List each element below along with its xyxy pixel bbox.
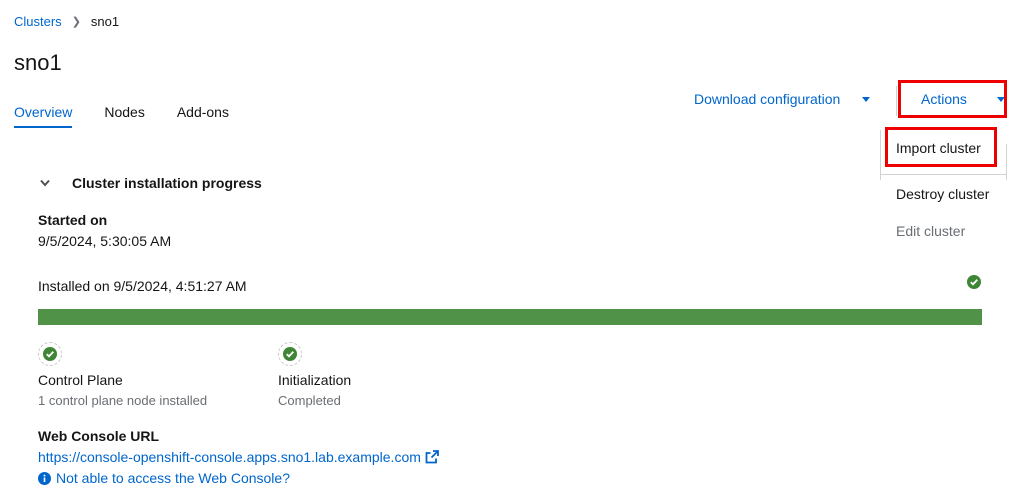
toolbar-divider (896, 86, 897, 116)
installed-on-text: Installed on 9/5/2024, 4:51:27 AM (38, 278, 247, 294)
step-detail-control-plane: 1 control plane node installed (38, 393, 208, 408)
tab-overview[interactable]: Overview (14, 104, 73, 128)
web-console-url-row: https://console-openshift-console.apps.s… (38, 449, 439, 465)
menu-divider (880, 174, 1007, 175)
actions-highlight-box (898, 80, 1007, 118)
info-circle-icon (38, 471, 51, 485)
tab-add-ons[interactable]: Add-ons (177, 104, 229, 128)
started-on-value: 9/5/2024, 5:30:05 AM (38, 233, 172, 249)
menu-border (880, 130, 881, 180)
import-cluster-highlight-box (885, 127, 997, 167)
check-circle-icon (38, 342, 62, 366)
chevron-down-icon (40, 179, 50, 187)
menu-item-edit-cluster[interactable]: Edit cluster (896, 223, 965, 239)
check-circle-icon (967, 275, 981, 292)
step-title-initialization: Initialization (278, 372, 352, 388)
started-on-label: Started on (38, 212, 108, 228)
breadcrumb-clusters-link[interactable]: Clusters (14, 14, 62, 29)
chevron-right-icon: ❯ (71, 16, 81, 28)
menu-item-destroy-cluster[interactable]: Destroy cluster (896, 186, 989, 202)
section-title: Cluster installation progress (72, 175, 262, 191)
installation-progress-bar (38, 309, 982, 325)
web-console-label: Web Console URL (38, 428, 160, 444)
web-console-url-link[interactable]: https://console-openshift-console.apps.s… (38, 449, 421, 465)
section-toggle[interactable] (38, 176, 52, 190)
breadcrumb-current: sno1 (90, 14, 120, 29)
step-title-control-plane: Control Plane (38, 372, 123, 388)
download-configuration-label: Download configuration (694, 91, 841, 107)
tab-nodes[interactable]: Nodes (104, 104, 144, 128)
tab-bar: Overview Nodes Add-ons (14, 104, 261, 128)
download-configuration-button[interactable]: Download configuration (694, 91, 871, 107)
page-title: sno1 (14, 50, 62, 75)
web-console-help-link[interactable]: Not able to access the Web Console? (56, 470, 290, 486)
step-detail-initialization: Completed (278, 393, 341, 408)
breadcrumb: Clusters ❯ sno1 (14, 14, 119, 29)
check-circle-icon (278, 342, 302, 366)
web-console-help-row: Not able to access the Web Console? (38, 470, 290, 486)
external-link-icon[interactable] (425, 450, 439, 464)
caret-down-icon (862, 96, 871, 102)
